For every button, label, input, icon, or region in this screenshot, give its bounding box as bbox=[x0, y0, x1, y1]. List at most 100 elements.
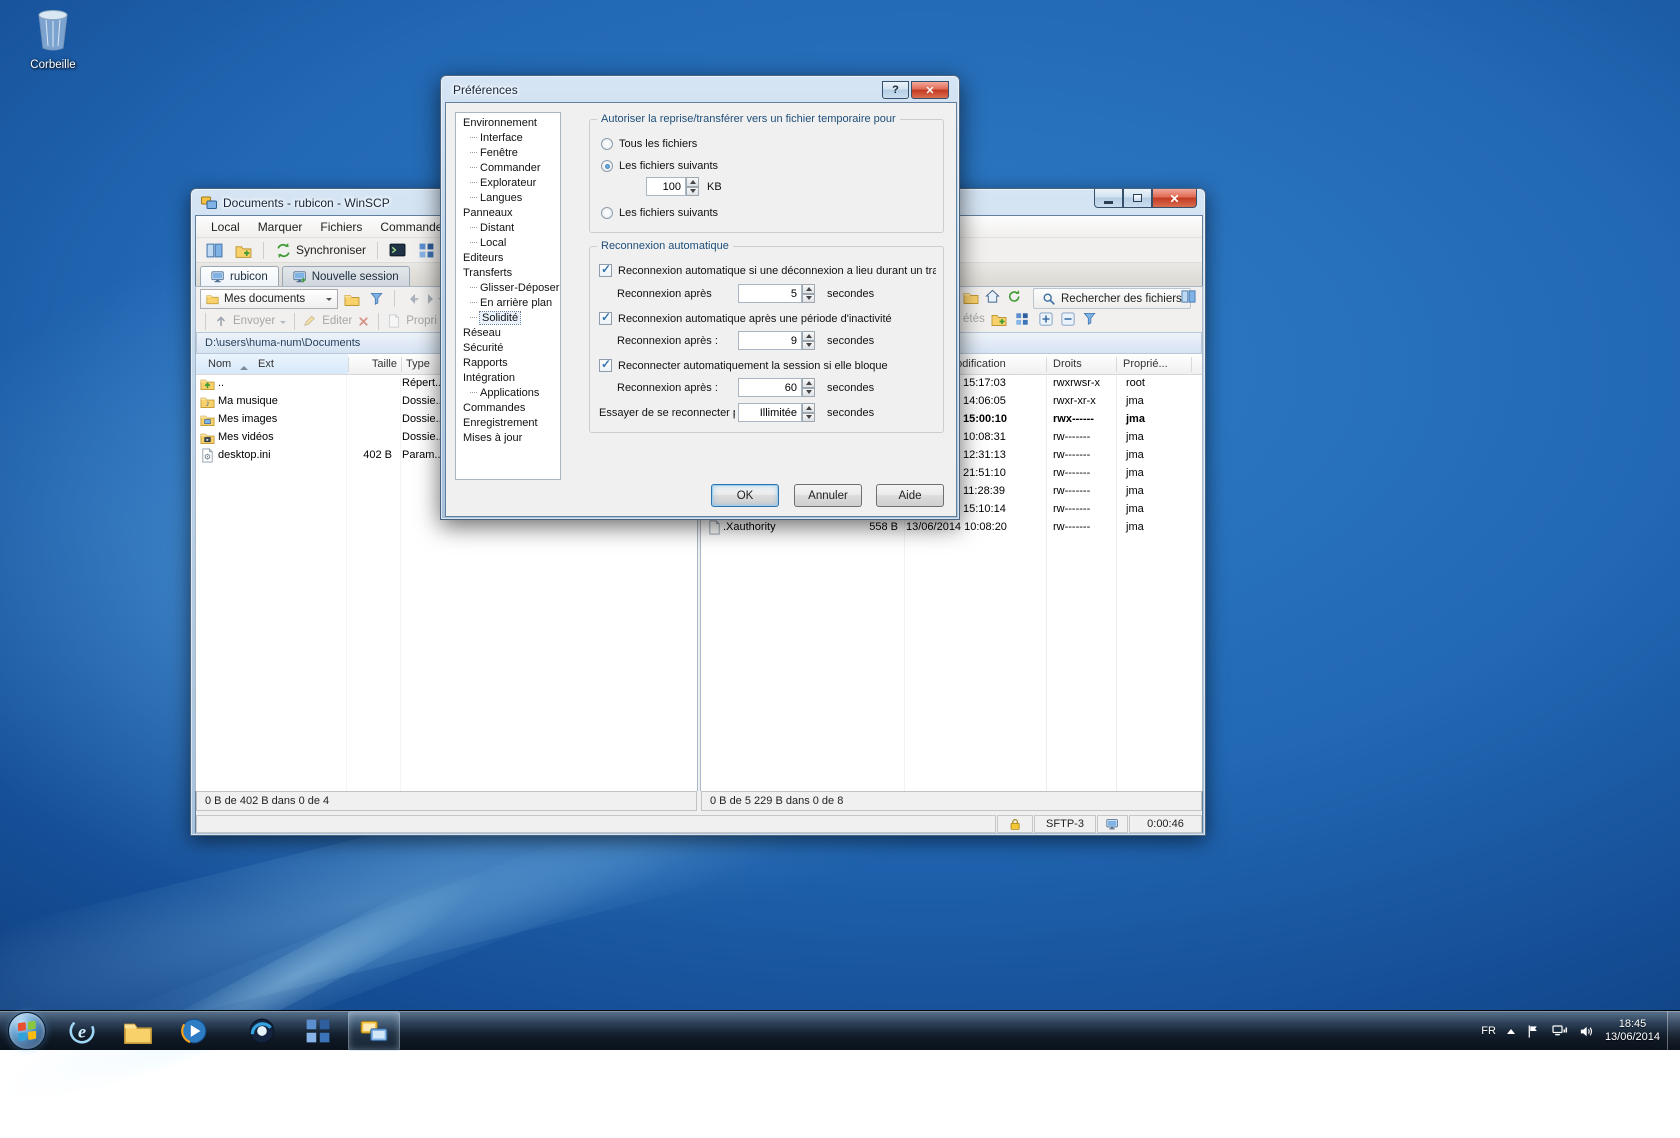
reconnect-delay-spinner-1[interactable] bbox=[802, 284, 815, 303]
language-indicator[interactable]: FR bbox=[1481, 1025, 1496, 1037]
ok-button[interactable]: OK bbox=[711, 484, 779, 507]
panel-layout-button[interactable] bbox=[1015, 312, 1029, 326]
hidden-icons-arrow[interactable] bbox=[1507, 1025, 1515, 1034]
properties-button[interactable]: Propri bbox=[406, 315, 437, 327]
reconnect-delay-input-3[interactable]: 60 bbox=[738, 378, 802, 397]
menu-local[interactable]: Local bbox=[202, 217, 249, 237]
tree-item-editeurs[interactable]: Editeurs bbox=[456, 251, 560, 266]
column-header-taille[interactable]: Taille bbox=[349, 358, 397, 370]
tree-item-explorateur[interactable]: Explorateur bbox=[456, 176, 560, 191]
edit-button[interactable]: Editer bbox=[322, 315, 352, 327]
reconnect-delay-spinner-2[interactable] bbox=[802, 331, 815, 350]
tree-item-rapports[interactable]: Rapports bbox=[456, 356, 560, 371]
cancel-button[interactable]: Annuler bbox=[794, 484, 862, 507]
tree-item-panneaux[interactable]: Panneaux bbox=[456, 206, 560, 221]
menu-marquer[interactable]: Marquer bbox=[249, 217, 312, 237]
filter-button[interactable] bbox=[366, 289, 388, 309]
dialog-titlebar[interactable]: Préférences bbox=[453, 80, 518, 100]
transfer-mode-button[interactable] bbox=[414, 239, 439, 261]
spin-down[interactable] bbox=[802, 341, 815, 351]
radio-fichiers-suivants[interactable] bbox=[601, 160, 613, 172]
column-header-nom[interactable]: Nom bbox=[208, 358, 231, 370]
directory-tree-button[interactable] bbox=[1181, 289, 1196, 304]
new-directory-button[interactable] bbox=[991, 311, 1007, 327]
tree-item-environnement[interactable]: Environnement bbox=[456, 116, 560, 131]
spin-up[interactable] bbox=[802, 378, 815, 388]
tab-new-session[interactable]: Nouvelle session bbox=[282, 266, 410, 287]
console-button[interactable] bbox=[385, 239, 410, 261]
maximize-button[interactable] bbox=[1123, 189, 1152, 208]
session-icon-section[interactable] bbox=[1097, 815, 1128, 833]
reconnect-delay-input-2[interactable]: 9 bbox=[738, 331, 802, 350]
bookmarks-button[interactable] bbox=[231, 239, 256, 261]
spin-down[interactable] bbox=[686, 187, 699, 197]
taskbar-winscp-button[interactable] bbox=[348, 1011, 400, 1051]
tree-item-langues[interactable]: Langues bbox=[456, 191, 560, 206]
tree-item-local[interactable]: Local bbox=[456, 236, 560, 251]
winscp-titlebar[interactable]: Documents - rubicon - WinSCP bbox=[201, 193, 390, 213]
radio-tous-les-fichiers[interactable] bbox=[601, 138, 613, 150]
taskbar-ie-button[interactable]: e bbox=[56, 1011, 108, 1051]
tree-item-transferts[interactable]: Transferts bbox=[456, 266, 560, 281]
tree-item-interface[interactable]: Interface bbox=[456, 131, 560, 146]
minimize-button[interactable] bbox=[1094, 189, 1123, 208]
reconnect-delay-input-1[interactable]: 5 bbox=[738, 284, 802, 303]
spin-up[interactable] bbox=[802, 403, 815, 413]
layout-button[interactable] bbox=[202, 239, 227, 261]
taskbar-clock[interactable]: 18:45 13/06/2014 bbox=[1605, 1018, 1660, 1044]
reconnect-delay-spinner-3[interactable] bbox=[802, 378, 815, 397]
taskbar-explorer-button[interactable] bbox=[112, 1011, 164, 1051]
column-header-ext[interactable]: Ext bbox=[258, 358, 274, 370]
security-lock-section[interactable] bbox=[997, 815, 1033, 833]
spin-up[interactable] bbox=[802, 284, 815, 294]
column-header-type[interactable]: Type bbox=[406, 358, 430, 370]
taskbar-media-player-button[interactable] bbox=[168, 1011, 220, 1051]
tree-item-fenetre[interactable]: Fenêtre bbox=[456, 146, 560, 161]
checkbox-reconnect-transfer[interactable] bbox=[599, 264, 612, 277]
taskbar-app-button[interactable] bbox=[292, 1011, 344, 1051]
recycle-bin[interactable]: Corbeille bbox=[14, 8, 92, 71]
home-directory-button[interactable] bbox=[985, 289, 1000, 304]
menu-fichiers[interactable]: Fichiers bbox=[311, 217, 371, 237]
tree-item-integration[interactable]: Intégration bbox=[456, 371, 560, 386]
tree-item-enregistrement[interactable]: Enregistrement bbox=[456, 416, 560, 431]
action-center-flag-icon[interactable] bbox=[1526, 1024, 1541, 1039]
tree-item-solidite[interactable]: Solidité bbox=[456, 311, 560, 326]
spin-up[interactable] bbox=[802, 331, 815, 341]
checkbox-reconnect-stall[interactable] bbox=[599, 359, 612, 372]
remote-properties-button[interactable]: étés bbox=[963, 313, 985, 325]
send-button[interactable]: Envoyer bbox=[233, 315, 275, 327]
column-header-droits[interactable]: Droits bbox=[1053, 358, 1082, 370]
dialog-close-button[interactable] bbox=[911, 81, 949, 99]
spin-down[interactable] bbox=[802, 294, 815, 304]
dialog-help-button[interactable]: ? bbox=[882, 81, 909, 99]
show-desktop-button[interactable] bbox=[1667, 1011, 1680, 1051]
tree-item-securite[interactable]: Sécurité bbox=[456, 341, 560, 356]
reconnect-duration-input[interactable]: Illimitée bbox=[738, 403, 802, 422]
reconnect-duration-spinner[interactable] bbox=[802, 403, 815, 422]
remote-open-directory-button[interactable] bbox=[963, 289, 979, 305]
spin-down[interactable] bbox=[802, 413, 815, 423]
column-header-proprietaire[interactable]: Proprié... bbox=[1123, 358, 1168, 370]
threshold-input[interactable]: 100 bbox=[646, 177, 686, 196]
spin-up[interactable] bbox=[686, 177, 699, 187]
back-button[interactable] bbox=[401, 289, 423, 309]
search-files-button[interactable]: Rechercher des fichiers bbox=[1033, 288, 1191, 309]
tree-item-mises-a-jour[interactable]: Mises à jour bbox=[456, 431, 560, 446]
close-button[interactable] bbox=[1152, 189, 1197, 208]
refresh-button[interactable] bbox=[1007, 289, 1022, 304]
tree-item-commandes[interactable]: Commandes bbox=[456, 401, 560, 416]
help-button[interactable]: Aide bbox=[876, 484, 944, 507]
threshold-spinner[interactable] bbox=[686, 177, 699, 196]
spin-down[interactable] bbox=[802, 388, 815, 398]
table-row[interactable]: .Xauthority 558 B 13/06/2014 10:08:20 rw… bbox=[701, 519, 1202, 537]
radio-fichiers-suivants-2[interactable] bbox=[601, 207, 613, 219]
tree-item-commander[interactable]: Commander bbox=[456, 161, 560, 176]
open-directory-button[interactable] bbox=[341, 289, 363, 309]
tree-item-reseau[interactable]: Réseau bbox=[456, 326, 560, 341]
network-icon[interactable] bbox=[1552, 1023, 1568, 1039]
select-remove-button[interactable] bbox=[1061, 312, 1075, 326]
tree-item-arriere-plan[interactable]: En arrière plan bbox=[456, 296, 560, 311]
drive-selector[interactable]: Mes documents bbox=[200, 289, 338, 309]
remote-filter-button[interactable] bbox=[1083, 312, 1097, 326]
